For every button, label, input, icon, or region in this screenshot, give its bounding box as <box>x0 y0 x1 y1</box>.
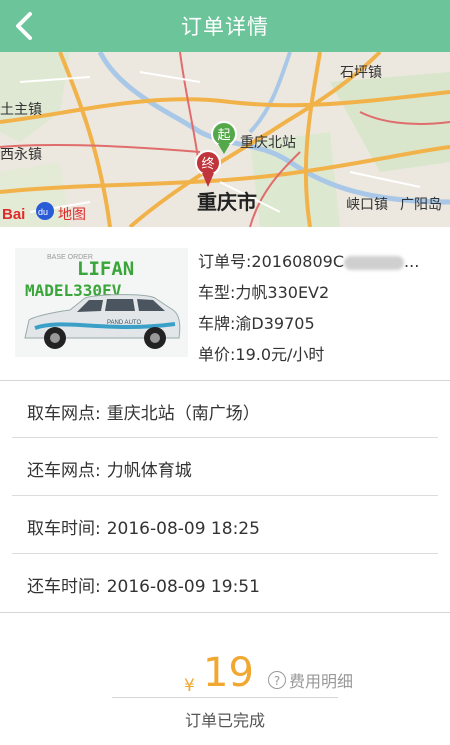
order-number-label: 订单号: <box>198 252 252 271</box>
order-number-value: 20160809C <box>251 252 345 271</box>
divider <box>0 380 450 381</box>
car-brand-text: LIFAN <box>77 258 134 280</box>
price-summary: ¥ 19 ? 费用明细 <box>0 650 450 700</box>
divider <box>12 495 438 496</box>
return-location-row: 还车网点: 力帆体育城 <box>27 456 192 481</box>
car-side-text: PAND AUTO <box>107 320 141 326</box>
order-number-row: 订单号:20160809C... <box>198 246 448 277</box>
return-location-label: 还车网点: <box>27 461 101 481</box>
pickup-location-row: 取车网点: 重庆北站（南广场） <box>27 399 260 424</box>
question-circle-icon: ? <box>268 671 286 689</box>
order-number-blur <box>344 255 405 270</box>
map-label-shiping: 石坪镇 <box>340 64 382 80</box>
end-marker-label: 终 <box>201 156 214 171</box>
baidu-logo-ditu: 地图 <box>58 206 86 222</box>
map-label-tuzhen: 土主镇 <box>0 101 42 117</box>
map-label-xiakou: 峡口镇 <box>346 196 388 212</box>
return-time-label: 还车时间: <box>27 577 101 597</box>
car-image: BASE ORDER LIFAN MADEL330EV PAND AUTO <box>15 248 188 357</box>
start-marker-label: 起 <box>217 127 230 142</box>
header-bar: 订单详情 <box>0 0 450 52</box>
divider <box>12 553 438 554</box>
baidu-logo: Bai du 地图 <box>2 202 86 223</box>
car-type-label: 车型: <box>198 283 236 302</box>
map-label-guangyang: 广阳岛 <box>400 196 442 212</box>
pickup-time-label: 取车时间: <box>27 519 101 539</box>
page-title: 订单详情 <box>181 15 269 39</box>
pickup-time-row: 取车时间: 2016-08-09 18:25 <box>27 514 260 539</box>
chevron-left-icon <box>16 12 32 40</box>
unit-price-label: 单价: <box>198 345 236 364</box>
divider <box>112 697 338 698</box>
return-time-row: 还车时间: 2016-08-09 19:51 <box>27 572 260 597</box>
currency-symbol: ¥ <box>184 676 195 696</box>
car-type-value: 力帆330EV2 <box>235 283 330 302</box>
pickup-location-value: 重庆北站（南广场） <box>106 404 260 424</box>
pickup-time-value: 2016-08-09 18:25 <box>106 519 260 539</box>
fee-detail-label: 费用明细 <box>289 672 354 691</box>
plate-value: 渝D39705 <box>235 314 315 333</box>
map-label-xiyong: 西永镇 <box>0 146 42 162</box>
order-summary: BASE ORDER LIFAN MADEL330EV PAND AUTO 订单… <box>0 238 450 370</box>
plate-row: 车牌:渝D39705 <box>198 308 448 339</box>
unit-price-row: 单价:19.0元/小时 <box>198 339 448 370</box>
order-status: 订单已完成 <box>184 711 265 730</box>
plate-label: 车牌: <box>198 314 236 333</box>
total-amount: 19 <box>203 650 254 696</box>
map-label-chongqing-city: 重庆市 <box>197 190 257 214</box>
fee-detail-link[interactable]: ? 费用明细 <box>268 668 353 692</box>
unit-price-value: 19.0元/小时 <box>235 345 325 364</box>
car-type-row: 车型:力帆330EV2 <box>198 277 448 308</box>
back-button[interactable] <box>10 10 42 42</box>
map-label-chongqing-north: 重庆北站 <box>240 134 296 150</box>
order-number-suffix: ... <box>404 252 420 271</box>
baidu-logo-du: du <box>38 207 48 217</box>
divider <box>12 437 438 438</box>
route-map[interactable]: 石坪镇 土主镇 西永镇 重庆北站 重庆市 峡口镇 广阳岛 起 终 Bai du … <box>0 52 450 227</box>
pickup-location-label: 取车网点: <box>27 404 101 424</box>
baidu-logo-bai: Bai <box>2 206 25 223</box>
return-time-value: 2016-08-09 19:51 <box>106 577 260 597</box>
divider <box>0 612 450 613</box>
return-location-value: 力帆体育城 <box>106 461 192 481</box>
